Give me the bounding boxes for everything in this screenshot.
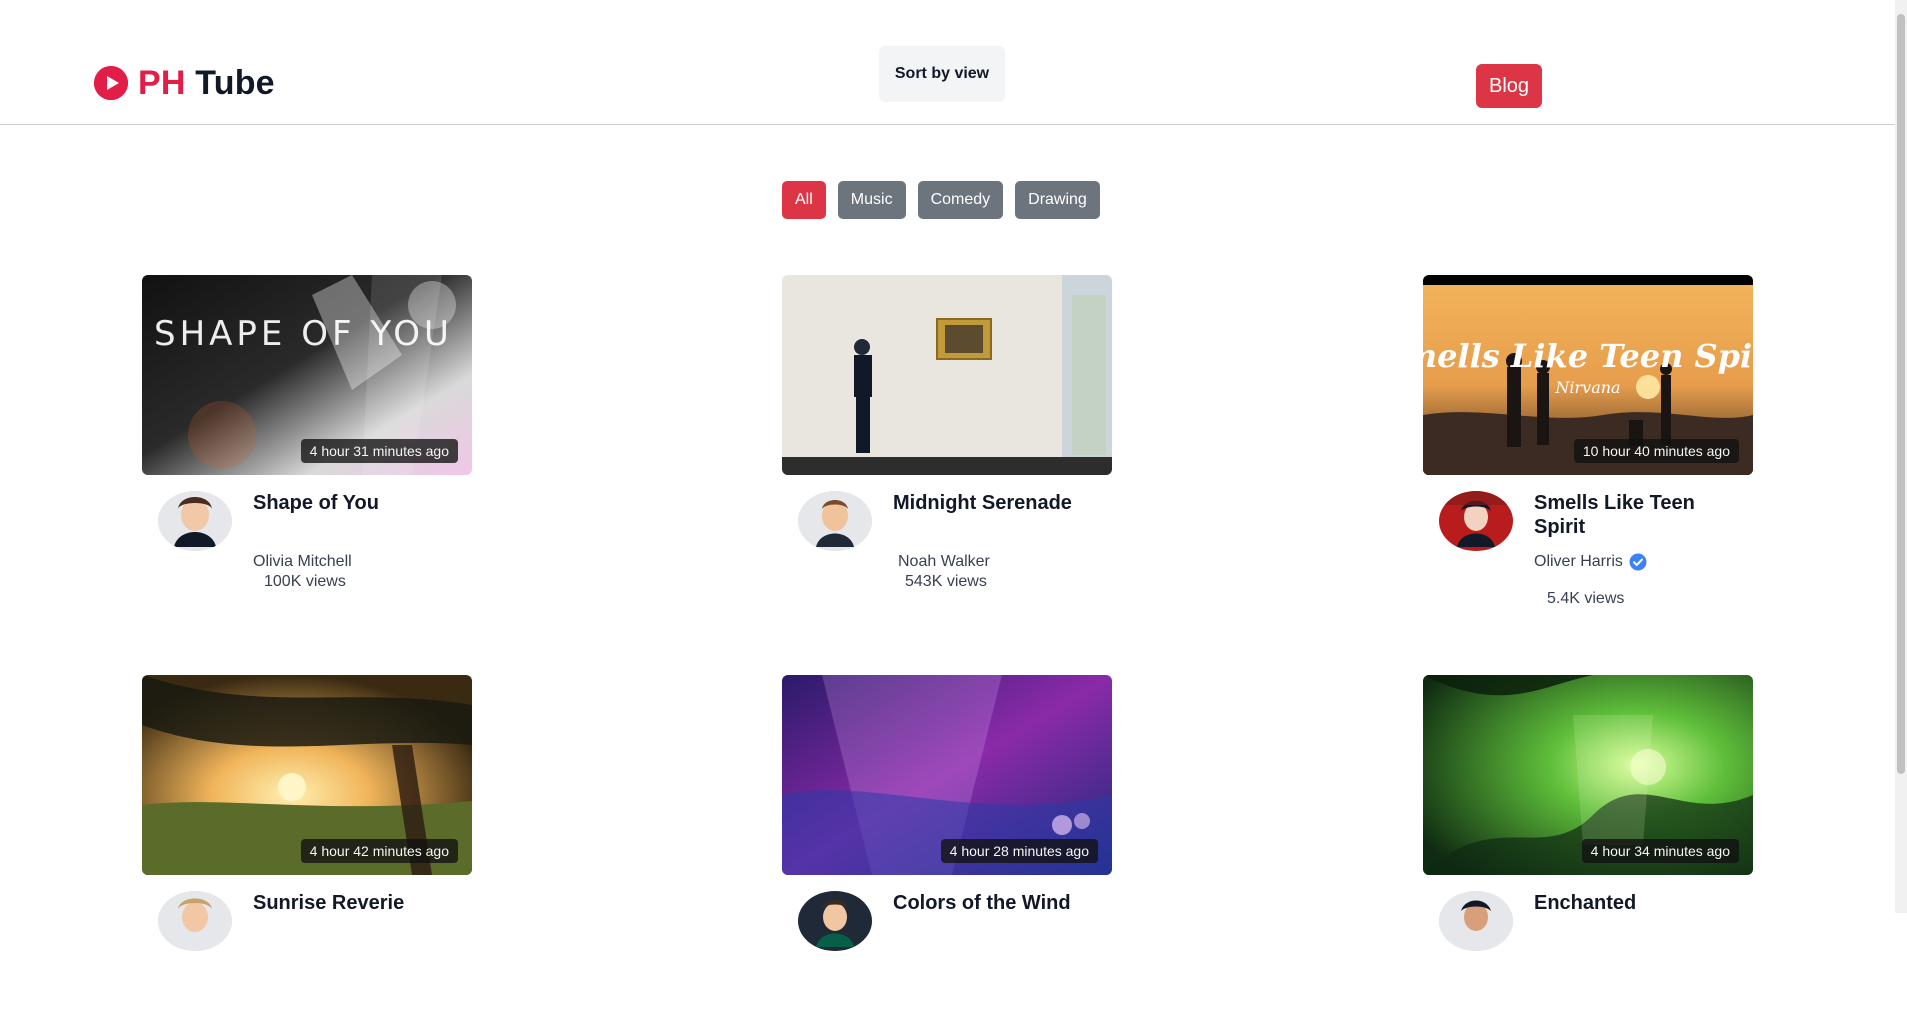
category-filter: All Music Comedy Drawing <box>782 181 1100 219</box>
logo-text: PH Tube <box>138 66 275 100</box>
thumbnail-subtitle: Nirvana <box>1554 378 1620 397</box>
author-name[interactable]: Oliver Harris <box>1534 553 1623 571</box>
top-navbar: PH Tube Sort by view Blog <box>0 0 1895 125</box>
video-meta: Sunrise Reverie <box>142 875 472 1015</box>
thumbnail-midnight-serenade <box>782 275 1112 475</box>
sort-by-view-button[interactable]: Sort by view <box>879 46 1005 102</box>
video-thumbnail[interactable] <box>782 275 1112 475</box>
category-music-button[interactable]: Music <box>837 181 906 219</box>
video-title[interactable]: Shape of You <box>253 491 463 515</box>
view-count: 100K views <box>264 573 346 590</box>
posted-time-badge: 4 hour 42 minutes ago <box>300 839 458 863</box>
category-comedy-button[interactable]: Comedy <box>917 181 1004 219</box>
video-card[interactable]: 4 hour 42 minutes ago Sunrise Reverie <box>142 675 472 1015</box>
author-row: Noah Walker <box>898 553 990 571</box>
video-title[interactable]: Midnight Serenade <box>893 491 1103 515</box>
author-avatar[interactable] <box>1439 491 1513 551</box>
video-card[interactable]: SHAPE OF YOU 4 hour 31 minutes ago Shape… <box>142 275 472 615</box>
posted-time-badge: 10 hour 40 minutes ago <box>1573 439 1739 463</box>
video-thumbnail[interactable]: SHAPE OF YOU 4 hour 31 minutes ago <box>142 275 472 475</box>
video-meta: Shape of You Olivia Mitchell 100K views <box>142 475 472 615</box>
video-meta: Enchanted <box>1423 875 1753 1015</box>
author-avatar[interactable] <box>798 891 872 951</box>
video-card[interactable]: 4 hour 34 minutes ago Enchanted <box>1423 675 1753 1015</box>
author-avatar[interactable] <box>158 491 232 551</box>
video-meta: Smells Like Teen Spirit Oliver Harris 5.… <box>1423 475 1753 615</box>
category-all-button[interactable]: All <box>782 181 826 219</box>
video-thumbnail[interactable]: Smells Like Teen Spirit Nirvana 10 hour … <box>1423 275 1753 475</box>
logo[interactable]: PH Tube <box>94 66 275 100</box>
video-title[interactable]: Colors of the Wind <box>893 891 1103 915</box>
author-avatar[interactable] <box>798 491 872 551</box>
author-row: Olivia Mitchell <box>253 553 352 571</box>
author-avatar[interactable] <box>158 891 232 951</box>
posted-time-badge: 4 hour 31 minutes ago <box>300 439 458 463</box>
video-meta: Midnight Serenade Noah Walker 543K views <box>782 475 1112 615</box>
video-thumbnail[interactable]: 4 hour 42 minutes ago <box>142 675 472 875</box>
logo-ph: PH <box>138 64 186 102</box>
posted-time-badge: 4 hour 28 minutes ago <box>940 839 1098 863</box>
category-drawing-button[interactable]: Drawing <box>1015 181 1100 219</box>
thumbnail-text: SHAPE OF YOU <box>154 314 453 354</box>
video-title[interactable]: Sunrise Reverie <box>253 891 463 915</box>
video-meta: Colors of the Wind <box>782 875 1112 1015</box>
verified-badge-icon <box>1629 553 1647 571</box>
view-count: 543K views <box>905 573 987 590</box>
posted-time-badge: 4 hour 34 minutes ago <box>1581 839 1739 863</box>
video-card[interactable]: Midnight Serenade Noah Walker 543K views <box>782 275 1112 615</box>
blog-button[interactable]: Blog <box>1476 64 1542 108</box>
thumbnail-title: Smells Like Teen Spirit <box>1423 337 1753 375</box>
video-thumbnail[interactable]: 4 hour 28 minutes ago <box>782 675 1112 875</box>
video-card[interactable]: Smells Like Teen Spirit Nirvana 10 hour … <box>1423 275 1753 615</box>
video-title[interactable]: Smells Like Teen Spirit <box>1534 491 1744 539</box>
video-title[interactable]: Enchanted <box>1534 891 1744 915</box>
author-name[interactable]: Noah Walker <box>898 553 990 571</box>
scrollbar-thumb[interactable] <box>1897 14 1905 774</box>
video-card[interactable]: 4 hour 28 minutes ago Colors of the Wind <box>782 675 1112 1015</box>
video-thumbnail[interactable]: 4 hour 34 minutes ago <box>1423 675 1753 875</box>
view-count: 5.4K views <box>1547 590 1625 607</box>
play-icon <box>94 66 128 100</box>
logo-tube: Tube <box>195 64 275 102</box>
author-avatar[interactable] <box>1439 891 1513 951</box>
author-name[interactable]: Olivia Mitchell <box>253 553 352 571</box>
author-row: Oliver Harris <box>1534 553 1647 571</box>
page-scrollbar[interactable] <box>1895 0 1907 913</box>
